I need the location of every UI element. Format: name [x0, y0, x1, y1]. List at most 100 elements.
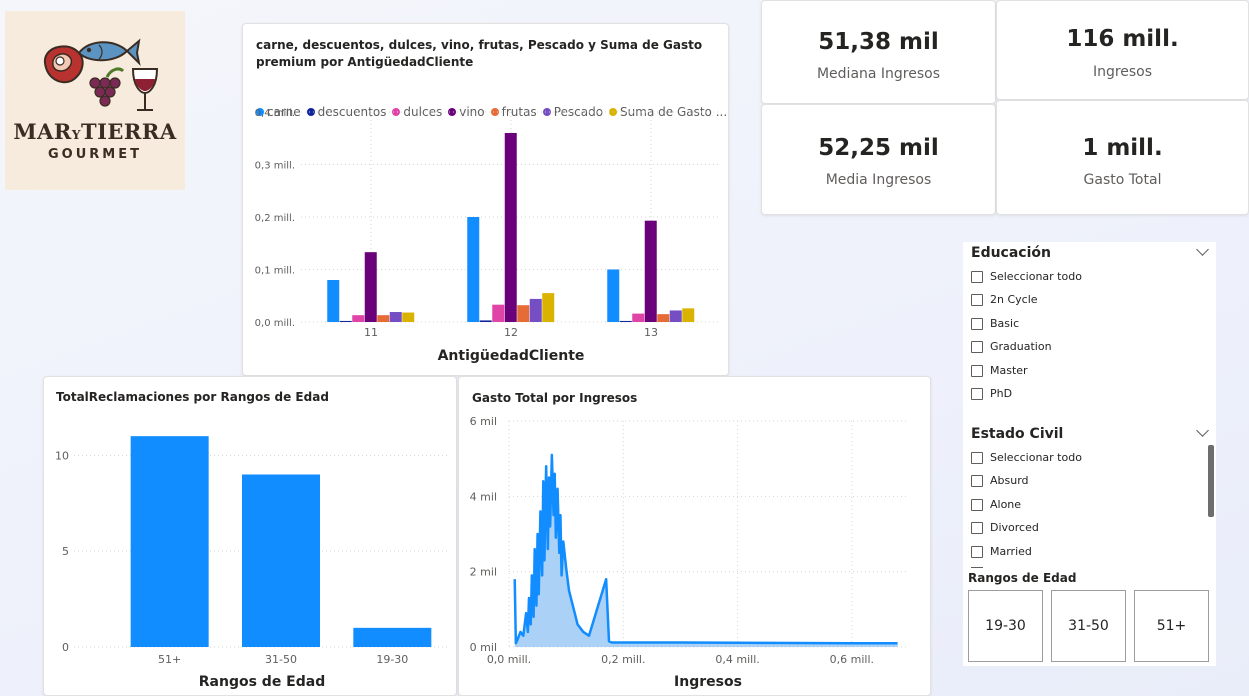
bar-dulces: [352, 315, 365, 322]
partial-checkbox: [971, 567, 983, 569]
x-tick-label: 0,4 mill.: [715, 653, 759, 666]
x-tick-label: 51+: [158, 653, 181, 666]
bar-descuentos: [479, 320, 492, 322]
bar-carne: [467, 217, 480, 322]
checkbox[interactable]: [971, 340, 983, 353]
bar-19-30: [353, 627, 432, 647]
checkbox[interactable]: [971, 521, 983, 534]
x-tick-label: 0,6 mill.: [830, 653, 874, 666]
x-axis-label: AntigüedadCliente: [438, 348, 585, 364]
x-axis-label: Rangos de Edad: [199, 674, 326, 690]
checkbox[interactable]: [971, 451, 983, 464]
area-fill: [514, 454, 898, 647]
kpi-label: Gasto Total: [1083, 172, 1162, 188]
bar-carne: [607, 269, 620, 322]
kpi-value: 116 mill.: [1066, 26, 1179, 52]
age-button-19-30[interactable]: 19-30: [968, 590, 1043, 662]
y-tick-label: 10: [55, 449, 69, 462]
x-tick-label: 11: [364, 326, 378, 339]
logo-illustration-icon: [43, 38, 159, 111]
gasto-ingresos-chart[interactable]: Gasto Total por Ingresos 0 mil 2 mil 4 mil…: [458, 376, 931, 696]
slicer-option[interactable]: Basic: [971, 317, 1019, 330]
y-tick-label: 0,4 mill.: [255, 108, 295, 119]
bar-31-50: [242, 474, 320, 647]
kpi-label: Mediana Ingresos: [816, 66, 941, 82]
bar-pescado: [529, 298, 542, 322]
bar-plot: 0 5 10 51+ 31-50 19-30 Rangos de Edad: [55, 436, 448, 690]
checkbox[interactable]: [971, 545, 983, 558]
bar-carne: [327, 280, 340, 322]
slicer-option[interactable]: Married: [971, 545, 1032, 558]
slicer-option[interactable]: Master: [971, 364, 1028, 377]
bar-dulces: [632, 313, 645, 322]
age-button-31-50[interactable]: 31-50: [1051, 590, 1126, 662]
slicer-scrollbar[interactable]: [1208, 445, 1214, 517]
bar-descuentos: [619, 320, 632, 322]
checkbox[interactable]: [971, 364, 983, 377]
checkbox[interactable]: [971, 387, 983, 400]
bar-vino: [364, 252, 377, 322]
x-tick-label: 12: [504, 326, 518, 339]
slicer-rangos-title: Rangos de Edad: [968, 571, 1077, 585]
bar-frutas: [657, 314, 670, 322]
checkbox[interactable]: [971, 474, 983, 487]
slicer-option[interactable]: Absurd: [971, 474, 1029, 487]
x-tick-label: 13: [644, 326, 658, 339]
bar-frutas: [517, 305, 530, 322]
age-button-51plus[interactable]: 51+: [1134, 590, 1209, 662]
y-tick-label: 0,1 mill.: [255, 266, 295, 277]
reclamaciones-chart[interactable]: TotalReclamaciones por Rangos de Edad 05…: [43, 376, 457, 696]
bar-suma: [542, 293, 555, 322]
bar-suma: [682, 308, 695, 322]
checkbox[interactable]: [971, 270, 983, 283]
y-tick-label: 0,0 mill.: [255, 318, 295, 329]
kpi-label: Ingresos: [1092, 64, 1153, 80]
bar-suma: [402, 312, 415, 322]
chevron-down-icon[interactable]: [1196, 424, 1209, 437]
gasto-antiguedad-chart[interactable]: carne, descuentos, dulces, vino, frutas,…: [242, 23, 729, 376]
y-tick-label: 6 mil: [470, 415, 497, 428]
kpi-card-ingresos: 116 mill. Ingresos: [996, 0, 1249, 100]
checkbox[interactable]: [971, 498, 983, 511]
x-axis-label: Ingresos: [674, 674, 742, 690]
y-tick-label: 2 mil: [470, 566, 497, 579]
company-logo: MARYTIERRA GOURMET: [5, 11, 185, 190]
bar-vino: [644, 220, 657, 322]
slicer-option[interactable]: Graduation: [971, 340, 1052, 353]
kpi-card-gasto-total: 1 mill. Gasto Total: [996, 100, 1249, 215]
bar-pescado: [389, 312, 402, 322]
slicer-option[interactable]: Seleccionar todo: [971, 270, 1082, 283]
slicer-estado-civil-title: Estado Civil: [971, 426, 1064, 442]
grouped-bar-plot: 0,0 mill. 0,1 mill. 0,2 mill. 0,3 mill. 0,4 …: [255, 108, 721, 364]
bar-pescado: [669, 310, 682, 322]
kpi-label: Media Ingresos: [825, 172, 932, 188]
logo-title: MARYTIERRA: [13, 119, 177, 144]
x-tick-label: 0,2 mill.: [601, 653, 645, 666]
slicer-option[interactable]: Alone: [971, 498, 1021, 511]
y-tick-label: 4 mil: [470, 490, 497, 503]
slicer-option[interactable]: PhD: [971, 387, 1012, 400]
y-tick-label: 5: [62, 545, 69, 558]
bar-51+: [130, 436, 209, 647]
bar-frutas: [377, 315, 390, 322]
kpi-value: 51,38 mil: [818, 29, 939, 55]
y-tick-label: 0,2 mill.: [255, 213, 295, 224]
logo-subtitle: GOURMET: [48, 147, 142, 162]
bar-vino: [504, 133, 517, 322]
checkbox[interactable]: [971, 317, 983, 330]
x-tick-label: 19-30: [376, 653, 408, 666]
kpi-value: 52,25 mil: [818, 135, 939, 161]
chevron-down-icon[interactable]: [1196, 243, 1209, 256]
slicer-option[interactable]: Divorced: [971, 521, 1039, 534]
kpi-value: 1 mill.: [1082, 135, 1163, 161]
area-plot: 0 mil2 mil4 mil6 mil0,0 mill. 0,2 mill. 0,…: [470, 415, 909, 690]
kpi-card-mediana: 51,38 mil Mediana Ingresos: [761, 0, 996, 104]
slicer-option[interactable]: 2n Cycle: [971, 293, 1038, 306]
checkbox[interactable]: [971, 293, 983, 306]
x-tick-label: 0,0 mill.: [487, 653, 531, 666]
slicer-educacion-title: Educación: [971, 245, 1051, 261]
x-tick-label: 31-50: [265, 653, 297, 666]
kpi-card-media: 52,25 mil Media Ingresos: [761, 104, 996, 215]
slicer-option[interactable]: Seleccionar todo: [971, 451, 1082, 464]
bar-descuentos: [339, 320, 352, 322]
